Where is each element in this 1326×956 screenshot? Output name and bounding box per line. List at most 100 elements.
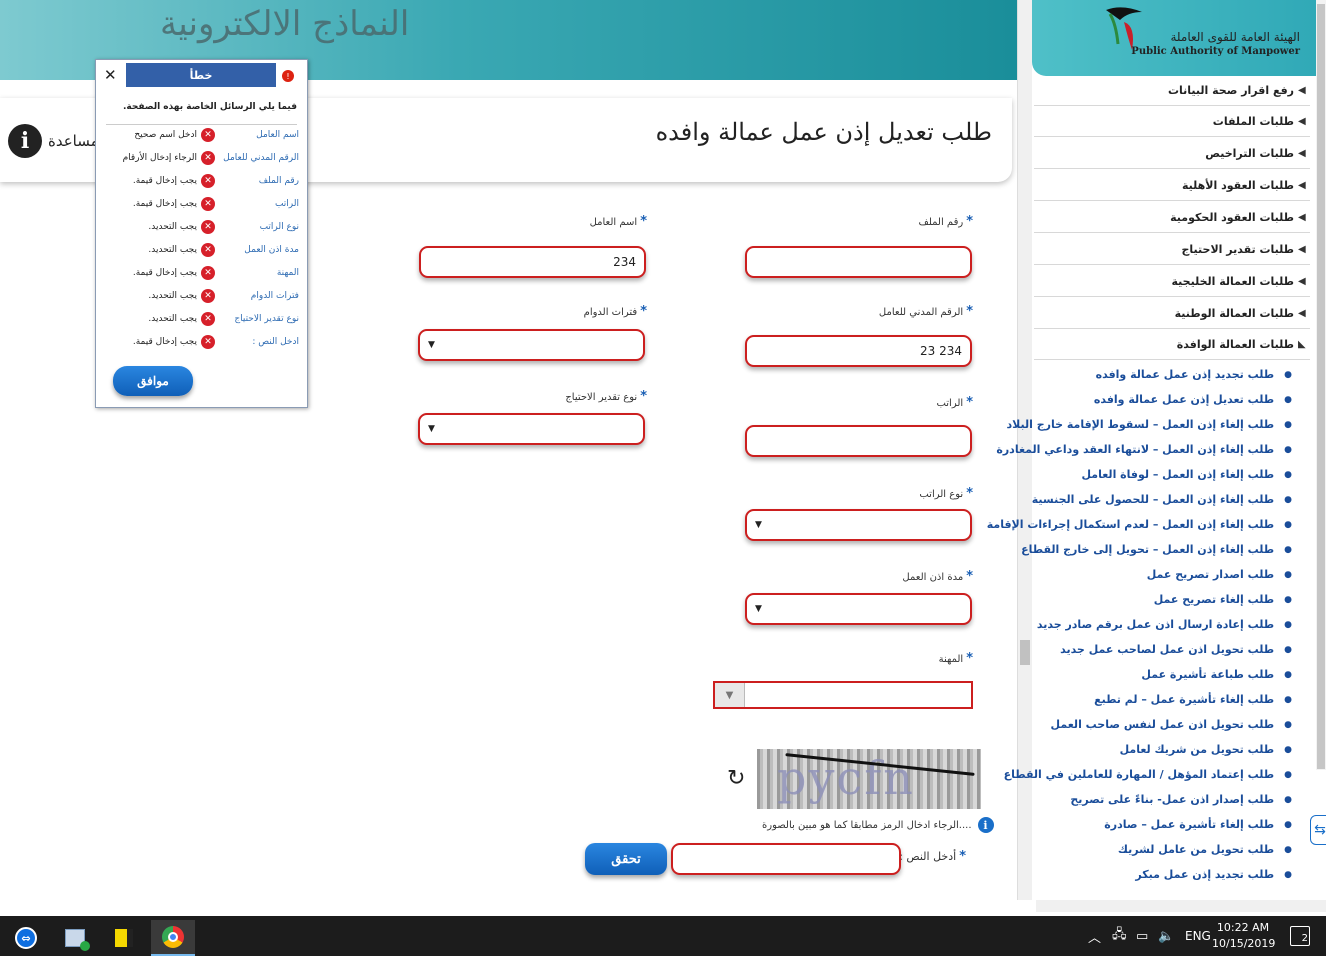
- ok-button[interactable]: موافق: [113, 366, 193, 396]
- sidebar-submenu-label: طلب تحويل من عامل لشريك: [1117, 843, 1275, 856]
- civil-id-input[interactable]: 234 23: [745, 335, 972, 367]
- error-field-link[interactable]: رقم الملف: [219, 176, 299, 186]
- error-dialog-title: خطأ: [126, 63, 276, 87]
- teamviewer-app[interactable]: ⇔: [4, 920, 48, 956]
- sidebar-menu-item[interactable]: طلبات الملفات ◀: [1034, 106, 1310, 137]
- error-field-link[interactable]: المهنة: [219, 268, 299, 278]
- sidebar-submenu-label: طلب إلغاء تأشيرة عمل – لم تطبع: [1094, 693, 1275, 706]
- sidebar-submenu-item[interactable]: ● طلب إلغاء إذن العمل – لسقوط الإقامة خار…: [1006, 412, 1292, 437]
- sidebar-submenu-item[interactable]: ● طلب تحويل اذن عمل لنفس صاحب العمل: [1051, 712, 1292, 737]
- worker-name-input[interactable]: 234: [419, 246, 646, 278]
- error-message: يجب إدخال قيمة.: [132, 176, 197, 186]
- sidebar-submenu-item[interactable]: ● طلب إعتماد المؤهل / المهارة للعاملين في…: [1004, 762, 1292, 787]
- sidebar-submenu-label: طلب تجديد إذن عمل مبكر: [1135, 868, 1275, 881]
- error-field-link[interactable]: أدخل النص :: [219, 337, 299, 347]
- error-field-link[interactable]: نوع الراتب: [219, 222, 299, 232]
- sidebar-submenu-item[interactable]: ● طلب إعادة ارسال اذن عمل برقم صادر جديد: [1037, 612, 1292, 637]
- chrome-app[interactable]: [151, 920, 195, 956]
- clock[interactable]: 10:22 AM 10/15/2019: [1212, 920, 1275, 952]
- error-field-link[interactable]: نوع تقدير الاحتياج: [219, 314, 299, 324]
- media-app[interactable]: [53, 920, 97, 956]
- sidebar-menu-item[interactable]: طلبات العمالة الوطنية ◀: [1034, 298, 1310, 329]
- bullet-icon: ●: [1284, 469, 1292, 480]
- sidebar-submenu-item[interactable]: ● طلب تحويل من شريك لعامل: [1120, 737, 1292, 762]
- bullet-icon: ●: [1284, 719, 1292, 730]
- error-message: يجب التحديد.: [148, 291, 197, 301]
- logo-box: الهيئة العامة للقوى العاملة Public Autho…: [1032, 0, 1326, 76]
- sidebar-submenu-item[interactable]: ● طلب إصدار اذن عمل- بناءً على تصريح: [1070, 787, 1292, 812]
- file-number-input[interactable]: [745, 246, 972, 278]
- shifts-select[interactable]: ▼: [418, 329, 645, 361]
- error-row: الراتب ✕ يجب إدخال قيمة.: [106, 194, 299, 214]
- error-field-link[interactable]: مدة اذن العمل: [219, 245, 299, 255]
- permit-duration-select[interactable]: ▼: [745, 593, 972, 625]
- need-estimate-type-select[interactable]: ▼: [418, 413, 645, 445]
- bullet-icon: ●: [1284, 869, 1292, 880]
- sidebar-menu-item[interactable]: طلبات العقود الحكومية ◀: [1034, 202, 1310, 233]
- salary-type-select[interactable]: ▼: [745, 509, 972, 541]
- sidebar-menu-item[interactable]: طلبات العقود الأهلية ◀: [1034, 170, 1310, 201]
- error-field-link[interactable]: الرقم المدني للعامل: [219, 153, 299, 163]
- sidebar-menu-item[interactable]: طلبات العمالة الوافدة ◣: [1034, 329, 1310, 360]
- sidebar-menu-item[interactable]: طلبات التراخيص ◀: [1034, 138, 1310, 169]
- page-title: طلب تعديل إذن عمل عمالة وافده: [655, 118, 992, 146]
- captcha-input[interactable]: [671, 843, 901, 875]
- verify-button[interactable]: تحقق: [585, 843, 667, 875]
- language-indicator[interactable]: ENG: [1185, 916, 1211, 956]
- error-icon: ✕: [201, 289, 215, 303]
- error-row: الرقم المدني للعامل ✕ الرجاء إدخال الأرقام: [106, 148, 299, 168]
- help-label: مساعدة: [48, 132, 99, 150]
- error-icon: ✕: [201, 174, 215, 188]
- sidebar-menu-item[interactable]: طلبات العمالة الخليجية ◀: [1034, 266, 1310, 297]
- sidebar-submenu-item[interactable]: ● طلب تعديل إذن عمل عمالة وافده: [1094, 387, 1292, 412]
- close-icon[interactable]: ✕: [104, 66, 117, 84]
- bullet-icon: ●: [1284, 594, 1292, 605]
- chevron-down-icon[interactable]: ▼: [715, 683, 745, 707]
- sidebar-menu-item[interactable]: طلبات تقدير الاحتياج ◀: [1034, 234, 1310, 265]
- tray-chevron-icon[interactable]: ︿: [1088, 916, 1101, 956]
- sidebar-submenu-item[interactable]: ● طلب تحويل اذن عمل لصاحب عمل جديد: [1060, 637, 1292, 662]
- error-row: رقم الملف ✕ يجب إدخال قيمة.: [106, 171, 299, 191]
- chevron-down-icon: ▼: [755, 604, 762, 614]
- sidebar-submenu-item[interactable]: ● طلب إلغاء إذن العمل – لانتهاء العقد ودا…: [996, 437, 1292, 462]
- help-link[interactable]: مساعدة i: [8, 124, 99, 158]
- bullet-icon: ●: [1284, 819, 1292, 830]
- sidebar-submenu-label: طلب إلغاء إذن العمل – لوفاة العامل: [1081, 468, 1275, 481]
- sidebar-submenu-label: طلب تعديل إذن عمل عمالة وافده: [1093, 393, 1275, 406]
- sidebar-submenu-label: طلب إلغاء إذن العمل – لعدم استكمال إجراء…: [986, 518, 1275, 531]
- error-field-link[interactable]: فترات الدوام: [219, 291, 299, 301]
- notification-icon[interactable]: 2: [1290, 926, 1310, 946]
- sidebar-horizontal-scrollbar[interactable]: [1036, 900, 1326, 912]
- sidebar-submenu-item[interactable]: ● طلب طباعة تأشيرة عمل: [1141, 662, 1292, 687]
- sidebar-submenu-item[interactable]: ● طلب إلغاء تأشيرة عمل – لم تطبع: [1094, 687, 1292, 712]
- sidebar-submenu-item[interactable]: ● طلب إلغاء إذن العمل – تحويل إلى خارج ال…: [1021, 537, 1292, 562]
- sidebar-submenu-item[interactable]: ● طلب إلغاء إذن العمل – لعدم استكمال إجرا…: [987, 512, 1292, 537]
- sticky-notes-app[interactable]: [102, 920, 146, 956]
- error-field-link[interactable]: اسم العامل: [219, 130, 299, 140]
- sidebar-submenu-item[interactable]: ● طلب إلغاء إذن العمل – للحصول على الجنسي…: [1032, 487, 1292, 512]
- sidebar-submenu-item[interactable]: ● طلب تجديد إذن عمل عمالة وافده: [1096, 362, 1292, 387]
- refresh-icon[interactable]: ↻: [727, 766, 745, 791]
- sidebar-scrollbar[interactable]: [1316, 0, 1326, 770]
- sidebar-submenu-item[interactable]: ● طلب تحويل من عامل لشريك: [1118, 837, 1292, 862]
- sidebar-submenu-item[interactable]: ● طلب تجديد إذن عمل مبكر: [1135, 862, 1292, 887]
- salary-input[interactable]: [745, 425, 972, 457]
- salary-label: *الراتب: [936, 395, 973, 410]
- sidebar-submenu-item[interactable]: ● طلب اصدار تصريح عمل: [1147, 562, 1292, 587]
- sidebar-submenu-item[interactable]: ● طلب إلغاء إذن العمل – لوفاة العامل: [1081, 462, 1292, 487]
- bullet-icon: ●: [1284, 569, 1292, 580]
- error-field-link[interactable]: الراتب: [219, 199, 299, 209]
- network-icon[interactable]: 🖧: [1112, 916, 1127, 956]
- sidebar-menu-item[interactable]: رفع اقرار صحة البيانات ◀: [1034, 75, 1310, 106]
- sidebar-submenu-item[interactable]: ● طلب إلغاء تأشيرة عمل – صادرة: [1104, 812, 1292, 837]
- profession-combobox[interactable]: ▼: [713, 681, 973, 709]
- power-icon[interactable]: ▭: [1136, 916, 1148, 956]
- chrome-icon: [162, 926, 184, 948]
- banner-title: النماذج الالكترونية: [160, 4, 410, 44]
- error-message: الرجاء إدخال الأرقام: [122, 153, 197, 163]
- bullet-icon: ●: [1284, 844, 1292, 855]
- volume-icon[interactable]: 🔈: [1158, 916, 1174, 956]
- captcha-hint: i ....الرجاء ادخال الرمز مطابقا كما هو م…: [762, 817, 994, 833]
- sidebar-submenu-item[interactable]: ● طلب إلغاء تصريح عمل: [1154, 587, 1292, 612]
- share-tab-icon[interactable]: ⇆: [1310, 815, 1326, 845]
